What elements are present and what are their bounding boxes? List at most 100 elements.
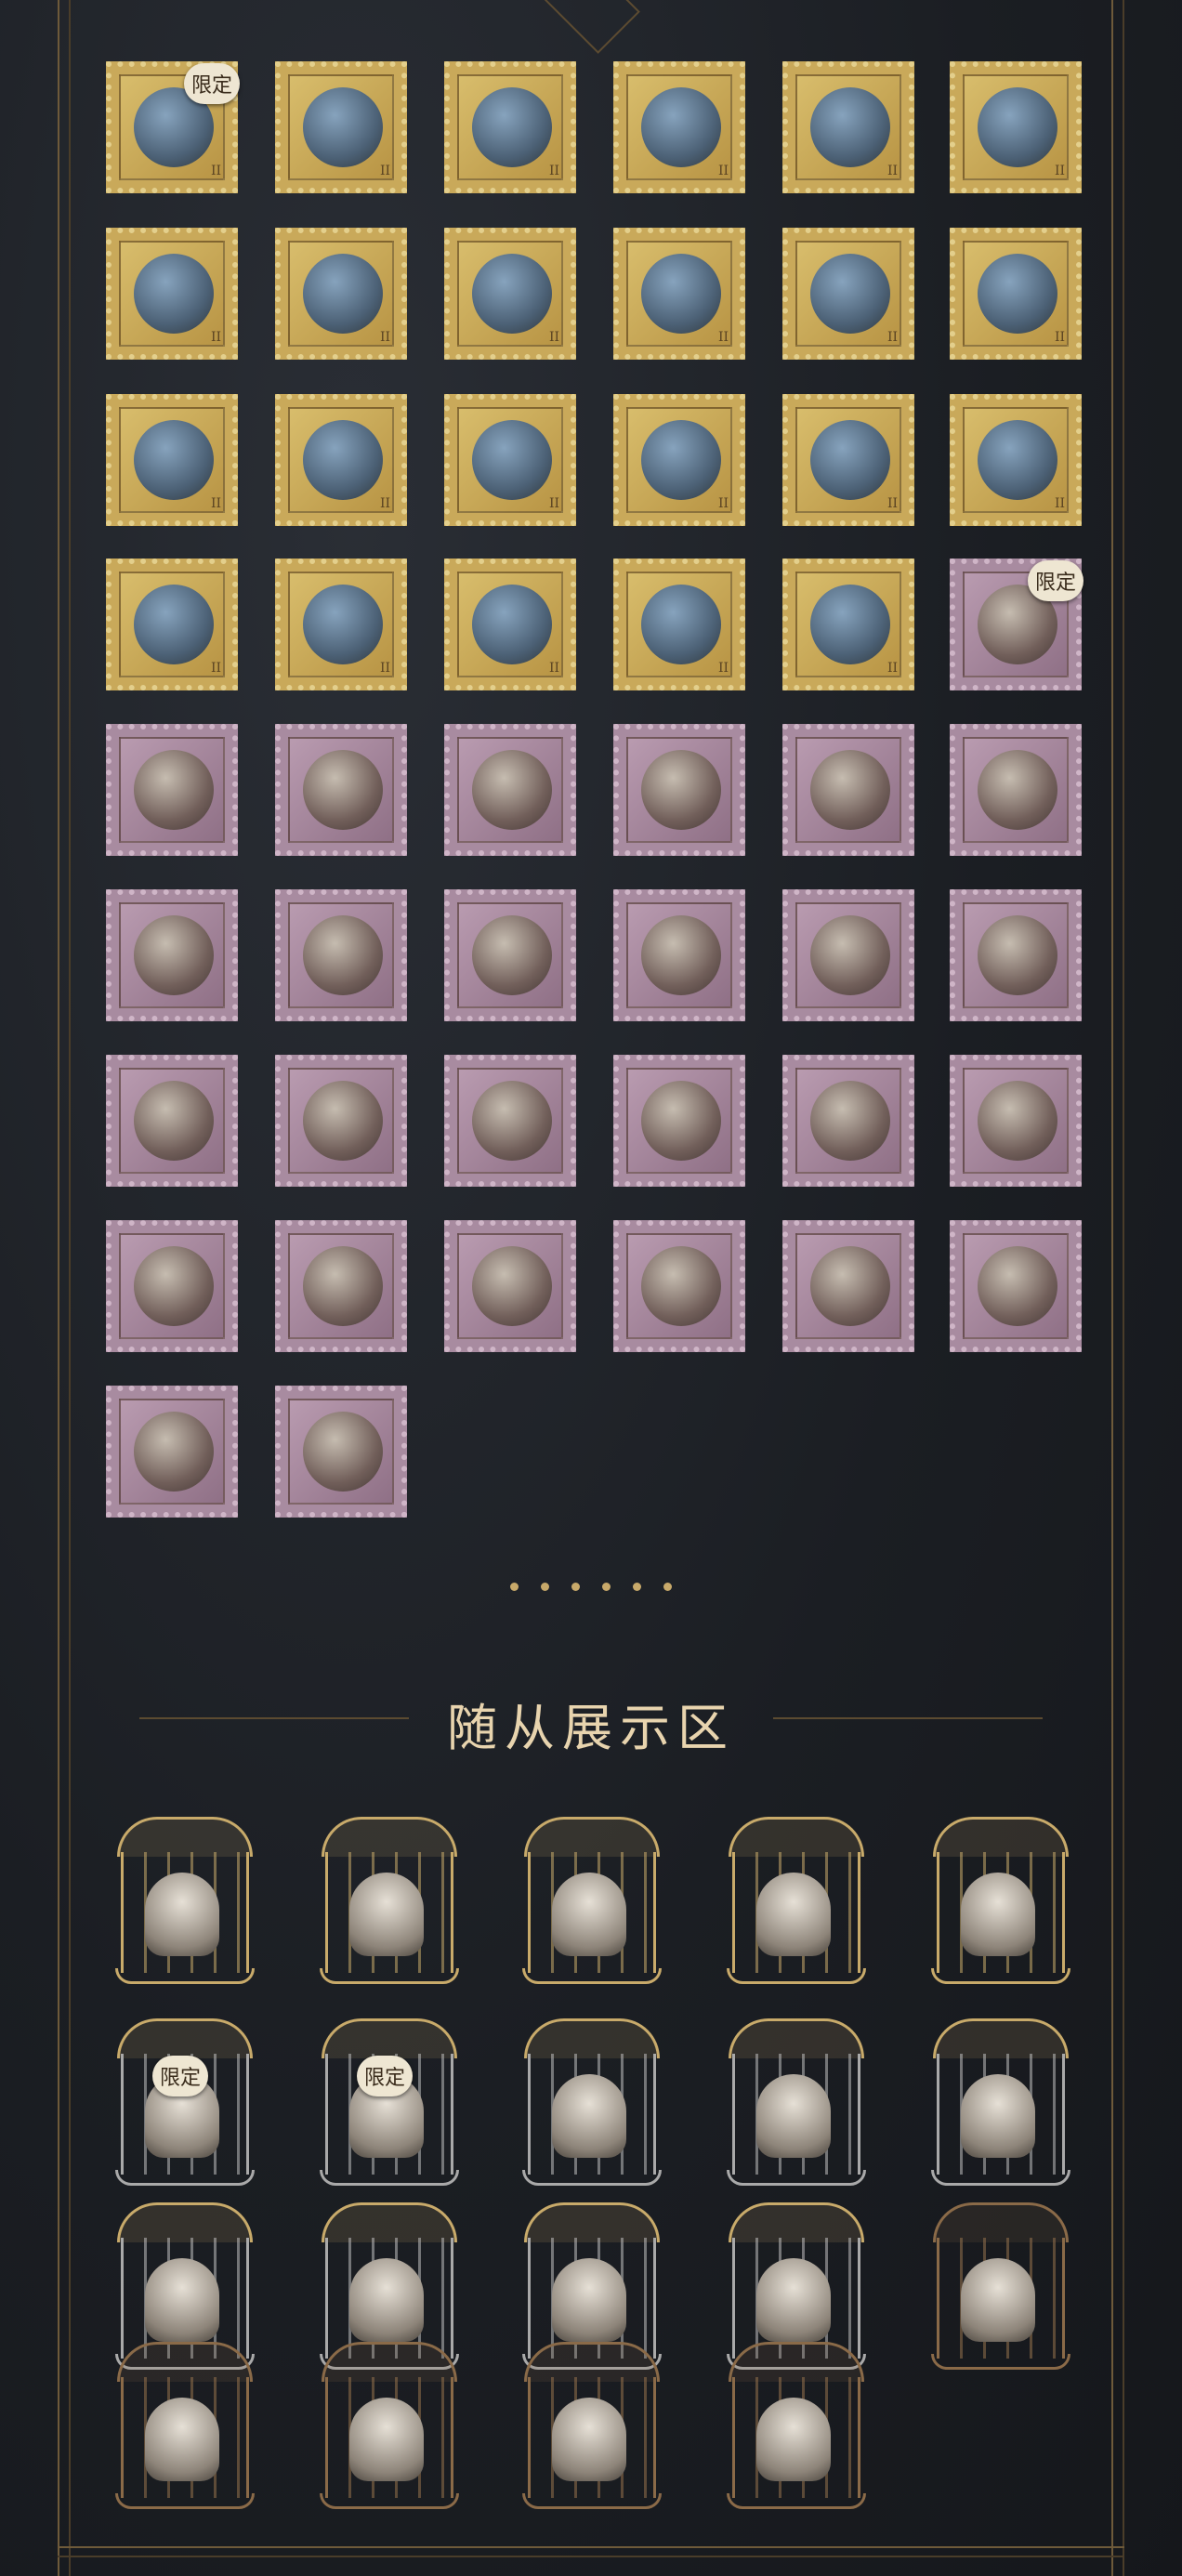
pet-cage-item[interactable] xyxy=(719,2018,868,2186)
stamp-denomination: II xyxy=(886,164,898,178)
pet-cage-item[interactable]: 限定 xyxy=(108,2018,256,2186)
divider-dot xyxy=(633,1583,641,1591)
stamp-item[interactable]: II xyxy=(613,394,745,526)
stamp-denomination: II xyxy=(210,496,221,511)
stamp-item[interactable]: II xyxy=(613,559,745,690)
stamp-item[interactable] xyxy=(613,1220,745,1352)
stamp-item[interactable]: II xyxy=(275,394,407,526)
pet-figure-icon xyxy=(552,2074,626,2158)
pet-figure-icon xyxy=(145,2398,219,2481)
stamp-item[interactable] xyxy=(613,724,745,856)
pet-figure-icon xyxy=(349,2258,424,2342)
stamp-artwork-icon xyxy=(641,750,721,830)
stamp-item[interactable] xyxy=(950,1220,1082,1352)
stamp-denomination: II xyxy=(717,330,729,345)
stamp-item[interactable] xyxy=(444,724,576,856)
stamp-item[interactable] xyxy=(106,1055,238,1187)
stamp-item[interactable]: II xyxy=(275,61,407,193)
pet-cage-item[interactable] xyxy=(108,1817,256,1984)
stamp-item[interactable] xyxy=(106,1220,238,1352)
frame-left-border xyxy=(58,0,71,2576)
stamp-artwork-icon xyxy=(472,585,552,664)
stamp-item[interactable] xyxy=(106,1386,238,1518)
stamp-item[interactable]: II xyxy=(106,559,238,690)
pet-cage-item[interactable] xyxy=(312,2342,461,2509)
pet-cage-item[interactable] xyxy=(515,2342,663,2509)
stamp-item[interactable]: II xyxy=(444,228,576,360)
pet-cage-item[interactable] xyxy=(924,1817,1072,1984)
stamp-artwork-icon xyxy=(978,1081,1057,1161)
stamp-artwork-icon xyxy=(303,915,383,995)
pet-cage-item[interactable] xyxy=(719,2342,868,2509)
stamp-item[interactable]: II xyxy=(613,61,745,193)
stamp-item[interactable]: II xyxy=(950,61,1082,193)
stamp-item[interactable] xyxy=(106,889,238,1021)
cage-dome xyxy=(729,2342,864,2382)
pet-cage-item[interactable] xyxy=(924,2018,1072,2186)
pet-cage-item[interactable] xyxy=(108,2342,256,2509)
stamp-artwork-icon xyxy=(641,585,721,664)
pet-cage-item[interactable] xyxy=(924,2202,1072,2370)
stamp-artwork-icon xyxy=(978,750,1057,830)
stamp-item[interactable]: II xyxy=(782,394,914,526)
stamp-item[interactable]: II xyxy=(782,559,914,690)
stamp-denomination: II xyxy=(717,496,729,511)
stamp-item[interactable]: 限定 xyxy=(950,559,1084,690)
stamp-item[interactable] xyxy=(950,724,1082,856)
cage-base xyxy=(931,1968,1070,1984)
stamp-artwork-icon xyxy=(641,1246,721,1326)
stamp-item[interactable]: II 限定 xyxy=(106,61,240,193)
stamp-item[interactable]: II xyxy=(444,559,576,690)
stamp-item[interactable] xyxy=(444,1055,576,1187)
stamp-item[interactable]: II xyxy=(613,228,745,360)
stamp-item[interactable] xyxy=(444,1220,576,1352)
cage-base xyxy=(522,1968,662,1984)
pet-cage-item[interactable]: 限定 xyxy=(312,2018,461,2186)
stamp-item[interactable] xyxy=(613,1055,745,1187)
stamp-item[interactable]: II xyxy=(275,559,407,690)
stamp-artwork-icon xyxy=(978,1246,1057,1326)
section-divider-dots xyxy=(0,1577,1182,1595)
stamp-artwork-icon xyxy=(641,1081,721,1161)
stamp-denomination: II xyxy=(886,496,898,511)
stamp-item[interactable] xyxy=(950,1055,1082,1187)
pet-cage-item[interactable] xyxy=(515,2018,663,2186)
pet-cage-item[interactable] xyxy=(515,1817,663,1984)
stamp-item[interactable] xyxy=(613,889,745,1021)
stamp-item[interactable]: II xyxy=(782,228,914,360)
stamp-item[interactable] xyxy=(782,1055,914,1187)
stamp-item[interactable] xyxy=(275,1055,407,1187)
stamp-artwork-icon xyxy=(641,915,721,995)
stamp-item[interactable] xyxy=(275,1386,407,1518)
stamp-item[interactable]: II xyxy=(106,394,238,526)
cage-dome xyxy=(117,2018,253,2058)
stamp-item[interactable]: II xyxy=(275,228,407,360)
pet-cage-item[interactable] xyxy=(312,1817,461,1984)
stamp-item[interactable]: II xyxy=(106,228,238,360)
pet-figure-icon xyxy=(145,1873,219,1956)
stamp-item[interactable] xyxy=(782,889,914,1021)
pet-figure-icon xyxy=(756,2258,831,2342)
cage-dome xyxy=(117,2202,253,2242)
stamp-item[interactable] xyxy=(444,889,576,1021)
pet-figure-icon xyxy=(756,2398,831,2481)
stamp-item[interactable]: II xyxy=(782,61,914,193)
stamp-item[interactable] xyxy=(275,1220,407,1352)
stamp-item[interactable]: II xyxy=(444,394,576,526)
stamp-denomination: II xyxy=(210,330,221,345)
divider-dot xyxy=(510,1583,519,1591)
stamp-item[interactable]: II xyxy=(444,61,576,193)
stamp-item[interactable] xyxy=(950,889,1082,1021)
stamp-denomination: II xyxy=(1054,164,1065,178)
pet-figure-icon xyxy=(756,1873,831,1956)
pet-figure-icon xyxy=(961,2074,1035,2158)
pet-cage-item[interactable] xyxy=(719,1817,868,1984)
stamp-item[interactable] xyxy=(782,724,914,856)
stamp-item[interactable] xyxy=(782,1220,914,1352)
stamp-item[interactable] xyxy=(275,889,407,1021)
stamp-item[interactable] xyxy=(106,724,238,856)
cage-base xyxy=(320,1968,459,1984)
stamp-item[interactable] xyxy=(275,724,407,856)
stamp-item[interactable]: II xyxy=(950,394,1082,526)
stamp-item[interactable]: II xyxy=(950,228,1082,360)
